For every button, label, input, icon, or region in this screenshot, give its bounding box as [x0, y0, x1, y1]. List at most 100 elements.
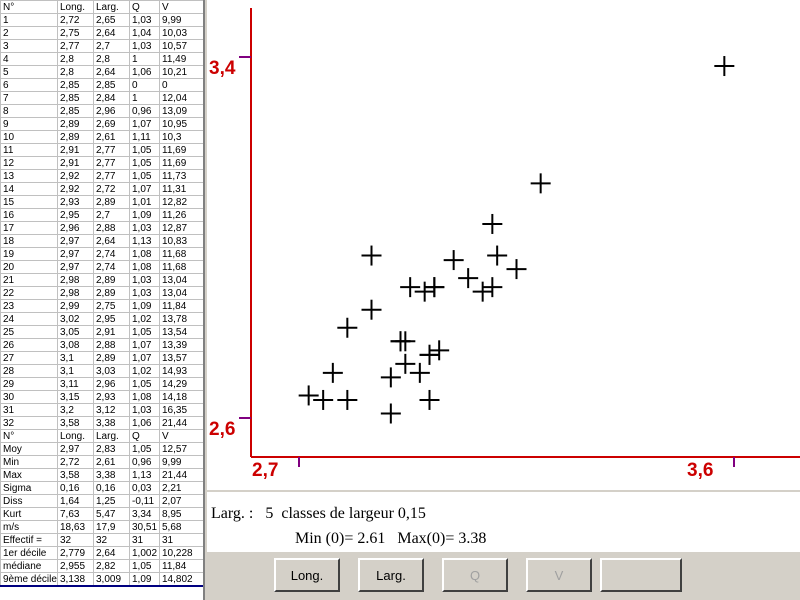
grid-cell[interactable]: 1	[129, 91, 160, 105]
table-row[interactable]: 8 2,85 2,96 0,96 13,09	[0, 104, 203, 118]
grid-cell[interactable]: 3,58	[57, 468, 94, 482]
grid-cell[interactable]: 9ème décile	[0, 572, 58, 587]
grid-cell[interactable]: 13,57	[159, 351, 203, 365]
table-row[interactable]: 29 3,11 2,96 1,05 14,29	[0, 377, 203, 391]
grid-cell[interactable]: 11,69	[159, 156, 203, 170]
grid-cell[interactable]: 12,04	[159, 91, 203, 105]
grid-cell[interactable]: 5	[0, 65, 58, 79]
grid-cell[interactable]: N°	[0, 429, 58, 443]
grid-cell[interactable]: 2,61	[93, 130, 130, 144]
grid-cell[interactable]: 2,8	[93, 52, 130, 66]
grid-cell[interactable]: 1,06	[129, 65, 160, 79]
grid-cell[interactable]: 2,65	[93, 13, 130, 27]
grid-cell[interactable]: 1,07	[129, 351, 160, 365]
grid-cell[interactable]: 3,05	[57, 325, 94, 339]
grid-cell[interactable]: 2,64	[93, 26, 130, 40]
grid-cell[interactable]: 2,64	[93, 65, 130, 79]
table-row[interactable]: 14 2,92 2,72 1,07 11,31	[0, 182, 203, 196]
grid-cell[interactable]: 28	[0, 364, 58, 378]
grid-cell[interactable]: 10,3	[159, 130, 203, 144]
grid-cell[interactable]: 2,96	[57, 221, 94, 235]
grid-cell[interactable]: 2,955	[57, 559, 94, 573]
grid-cell[interactable]: 2,98	[57, 286, 94, 300]
grid-cell[interactable]: 3	[0, 39, 58, 53]
grid-cell[interactable]: 2,89	[93, 351, 130, 365]
grid-cell[interactable]: 5,47	[93, 507, 130, 521]
grid-cell[interactable]: V	[159, 0, 203, 14]
grid-cell[interactable]: Diss	[0, 494, 58, 508]
grid-cell[interactable]: 32	[93, 533, 130, 547]
grid-cell[interactable]: 3,15	[57, 390, 94, 404]
stats-row[interactable]: Diss 1,64 1,25 -0,11 2,07	[0, 494, 203, 508]
grid-cell[interactable]: 2,88	[93, 221, 130, 235]
grid-cell[interactable]: 13,54	[159, 325, 203, 339]
table-row[interactable]: 21 2,98 2,89 1,03 13,04	[0, 273, 203, 287]
table-row[interactable]: 22 2,98 2,89 1,03 13,04	[0, 286, 203, 300]
grid-cell[interactable]: 18,63	[57, 520, 94, 534]
grid-cell[interactable]: Larg.	[93, 0, 130, 14]
grid-cell[interactable]: 3,03	[93, 364, 130, 378]
grid-cell[interactable]: V	[159, 429, 203, 443]
grid-cell[interactable]: 3,138	[57, 572, 94, 587]
grid-cell[interactable]: 9	[0, 117, 58, 131]
table-row[interactable]: 28 3,1 3,03 1,02 14,93	[0, 364, 203, 378]
grid-cell[interactable]: 1,02	[129, 364, 160, 378]
grid-cell[interactable]: 0,96	[129, 104, 160, 118]
grid-cell[interactable]: 31	[129, 533, 160, 547]
grid-cell[interactable]: 1,05	[129, 559, 160, 573]
grid-cell[interactable]: Q	[129, 0, 160, 14]
table-row[interactable]: 10 2,89 2,61 1,11 10,3	[0, 130, 203, 144]
grid-cell[interactable]: 1,07	[129, 182, 160, 196]
table-row[interactable]: 6 2,85 2,85 0 0	[0, 78, 203, 92]
grid-cell[interactable]: 2,75	[57, 26, 94, 40]
grid-cell[interactable]: 1	[129, 52, 160, 66]
grid-cell[interactable]: 2,21	[159, 481, 203, 495]
grid-cell[interactable]: 2,77	[93, 143, 130, 157]
grid-cell[interactable]: 1,03	[129, 403, 160, 417]
grid-cell[interactable]: 16	[0, 208, 58, 222]
grid-cell[interactable]: 14,93	[159, 364, 203, 378]
grid-cell[interactable]: 2,95	[93, 312, 130, 326]
grid-cell[interactable]: 1,02	[129, 312, 160, 326]
grid-header-row[interactable]: N° Long. Larg. Q V	[0, 0, 203, 14]
grid-cell[interactable]: 12,82	[159, 195, 203, 209]
grid-cell[interactable]: 12	[0, 156, 58, 170]
stats-row[interactable]: Effectif = 32 32 31 31	[0, 533, 203, 547]
grid-cell[interactable]: m/s	[0, 520, 58, 534]
stats-row[interactable]: médiane 2,955 2,82 1,05 11,84	[0, 559, 203, 573]
grid-cell[interactable]: 1,08	[129, 247, 160, 261]
grid-cell[interactable]: Max	[0, 468, 58, 482]
grid-cell[interactable]: 2,91	[57, 156, 94, 170]
table-row[interactable]: 7 2,85 2,84 1 12,04	[0, 91, 203, 105]
grid-cell[interactable]: Min	[0, 455, 58, 469]
grid-cell[interactable]: 2,89	[57, 117, 94, 131]
grid-cell[interactable]: 32	[57, 533, 94, 547]
grid-cell[interactable]: 13,04	[159, 273, 203, 287]
grid-cell[interactable]: 24	[0, 312, 58, 326]
v-button[interactable]: V	[526, 558, 592, 592]
grid-cell[interactable]: 2,77	[57, 39, 94, 53]
table-row[interactable]: 19 2,97 2,74 1,08 11,68	[0, 247, 203, 261]
grid-cell[interactable]: 2,97	[57, 247, 94, 261]
grid-cell[interactable]: 18	[0, 234, 58, 248]
table-row[interactable]: 3 2,77 2,7 1,03 10,57	[0, 39, 203, 53]
grid-cell[interactable]: 26	[0, 338, 58, 352]
grid-cell[interactable]: 1,09	[129, 572, 160, 587]
grid-cell[interactable]: 1,09	[129, 299, 160, 313]
table-row[interactable]: 5 2,8 2,64 1,06 10,21	[0, 65, 203, 79]
grid-cell[interactable]: 3,38	[93, 416, 130, 430]
grid-cell[interactable]: 1,03	[129, 221, 160, 235]
grid-cell[interactable]: 21,44	[159, 468, 203, 482]
grid-cell[interactable]: 1,03	[129, 286, 160, 300]
grid-cell[interactable]: 11,31	[159, 182, 203, 196]
grid-cell[interactable]: 8,95	[159, 507, 203, 521]
grid-cell[interactable]: 1,05	[129, 169, 160, 183]
larg-button[interactable]: Larg.	[358, 558, 424, 592]
grid-cell[interactable]: médiane	[0, 559, 58, 573]
grid-cell[interactable]: 1,01	[129, 195, 160, 209]
grid-cell[interactable]: 3,1	[57, 364, 94, 378]
grid-cell[interactable]: 1,05	[129, 325, 160, 339]
grid-cell[interactable]: 32	[0, 416, 58, 430]
grid-cell[interactable]: 2,75	[93, 299, 130, 313]
grid-cell[interactable]: 2,74	[93, 260, 130, 274]
